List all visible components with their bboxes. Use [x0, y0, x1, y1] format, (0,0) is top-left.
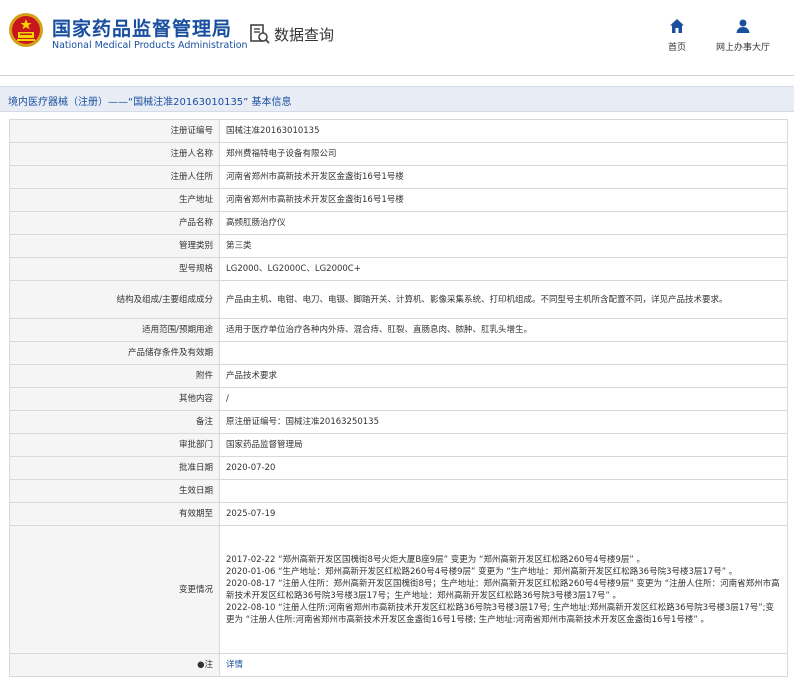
national-emblem-icon: [9, 13, 43, 47]
field-label: 有效期至: [9, 502, 220, 526]
field-label: 产品储存条件及有效期: [9, 341, 220, 365]
field-value: 河南省郑州市高新技术开发区金盏街16号1号楼: [219, 188, 788, 212]
field-value: [219, 479, 788, 503]
nav-online-service-hall-label: 网上办事大厅: [715, 43, 770, 53]
table-row: 产品储存条件及有效期: [9, 341, 788, 365]
nav-online-service-hall[interactable]: 网上办事大厅: [710, 18, 776, 53]
field-value: 产品由主机、电钳、电刀、电镊、脚踏开关、计算机、影像采集系统、打印机组成。不同型…: [219, 280, 788, 319]
home-icon: [670, 19, 684, 33]
field-label: 批准日期: [9, 456, 220, 480]
field-value: 河南省郑州市高新技术开发区金盏街16号1号楼: [219, 165, 788, 189]
breadcrumb: 境内医疗器械（注册）——“国械注准20163010135” 基本信息: [8, 97, 292, 108]
field-label: 注册人名称: [9, 142, 220, 166]
breadcrumb-bar: 境内医疗器械（注册）——“国械注准20163010135” 基本信息: [0, 86, 794, 112]
table-row: 生效日期: [9, 479, 788, 503]
field-value: 国家药品监督管理局: [219, 433, 788, 457]
field-value: 第三类: [219, 234, 788, 258]
site-header: 国家药品监督管理局 National Medical Products Admi…: [0, 0, 794, 70]
data-query-icon: [250, 24, 270, 44]
table-row: 备注 原注册证编号：国械注准20163250135: [9, 410, 788, 434]
field-label: 产品名称: [9, 211, 220, 235]
field-value: 2020-07-20: [219, 456, 788, 480]
table-row: 有效期至 2025-07-19: [9, 502, 788, 526]
field-value: /: [219, 387, 788, 411]
table-row: 批准日期 2020-07-20: [9, 456, 788, 480]
field-value: LG2000、LG2000C、LG2000C+: [219, 257, 788, 281]
field-label: 注册人住所: [9, 165, 220, 189]
field-label: 生效日期: [9, 479, 220, 503]
table-row-changes: 变更情况 2017-02-22 “郑州高新开发区国槐街8号火炬大厦B座9层” 变…: [9, 525, 788, 654]
field-label: 注册证编号: [9, 119, 220, 143]
field-value: [219, 341, 788, 365]
table-row: 结构及组成/主要组成成分 产品由主机、电钳、电刀、电镊、脚踏开关、计算机、影像采…: [9, 280, 788, 319]
data-query-title: 数据查询: [274, 26, 335, 44]
header-divider: [0, 75, 794, 76]
table-row: 管理类别 第三类: [9, 234, 788, 258]
field-label: 管理类别: [9, 234, 220, 258]
field-label: 适用范围/预期用途: [9, 318, 220, 342]
table-row: 注册人住所 河南省郑州市高新技术开发区金盏街16号1号楼: [9, 165, 788, 189]
change-entry: 2022-08-10 “注册人住所:河南省郑州市高新技术开发区红松路36号院3号…: [226, 602, 774, 625]
table-row: 生产地址 河南省郑州市高新技术开发区金盏街16号1号楼: [9, 188, 788, 212]
person-icon: [736, 19, 750, 33]
field-label: 审批部门: [9, 433, 220, 457]
nav-home[interactable]: 首页: [663, 18, 691, 53]
field-label: 结构及组成/主要组成成分: [9, 280, 220, 319]
field-value: 产品技术要求: [219, 364, 788, 388]
table-row: 适用范围/预期用途 适用于医疗单位治疗各种内外痔、混合痔、肛裂、直肠息肉、脓肿、…: [9, 318, 788, 342]
field-label: 备注: [9, 410, 220, 434]
field-label: 生产地址: [9, 188, 220, 212]
table-row: 其他内容 /: [9, 387, 788, 411]
field-value: 高频肛肠治疗仪: [219, 211, 788, 235]
field-value: 详情: [219, 653, 788, 677]
field-label: 附件: [9, 364, 220, 388]
nav-home-label: 首页: [667, 43, 686, 53]
table-row: ●注 详情: [9, 653, 788, 677]
change-entry: 2020-01-06 “生产地址：郑州高新开发区红松路260号4号楼9层” 变更…: [226, 566, 738, 577]
change-history: 2017-02-22 “郑州高新开发区国槐街8号火炬大厦B座9层” 变更为 “郑…: [219, 525, 788, 654]
change-entry: 2020-08-17 “注册人住所：郑州高新开发区国槐街8号；生产地址：郑州高新…: [226, 578, 780, 601]
field-value: 2025-07-19: [219, 502, 788, 526]
field-label: 变更情况: [9, 525, 220, 654]
field-label: ●注: [9, 653, 220, 677]
table-row: 附件 产品技术要求: [9, 364, 788, 388]
table-row: 注册人名称 郑州费福特电子设备有限公司: [9, 142, 788, 166]
table-row: 审批部门 国家药品监督管理局: [9, 433, 788, 457]
change-entry: 2017-02-22 “郑州高新开发区国槐街8号火炬大厦B座9层” 变更为 “郑…: [226, 554, 646, 565]
field-value: 国械注准20163010135: [219, 119, 788, 143]
table-row: 产品名称 高频肛肠治疗仪: [9, 211, 788, 235]
field-value: 原注册证编号：国械注准20163250135: [219, 410, 788, 434]
field-label: 其他内容: [9, 387, 220, 411]
field-value: 郑州费福特电子设备有限公司: [219, 142, 788, 166]
field-value: 适用于医疗单位治疗各种内外痔、混合痔、肛裂、直肠息肉、脓肿、肛乳头增生。: [219, 318, 788, 342]
field-label: 型号规格: [9, 257, 220, 281]
details-link[interactable]: 详情: [226, 660, 243, 670]
org-name-cn: 国家药品监督管理局: [52, 18, 233, 40]
org-name-en: National Medical Products Administration: [52, 40, 248, 51]
table-row: 注册证编号 国械注准20163010135: [9, 119, 788, 143]
device-info-table: 注册证编号 国械注准20163010135 注册人名称 郑州费福特电子设备有限公…: [9, 119, 788, 677]
table-row: 型号规格 LG2000、LG2000C、LG2000C+: [9, 257, 788, 281]
